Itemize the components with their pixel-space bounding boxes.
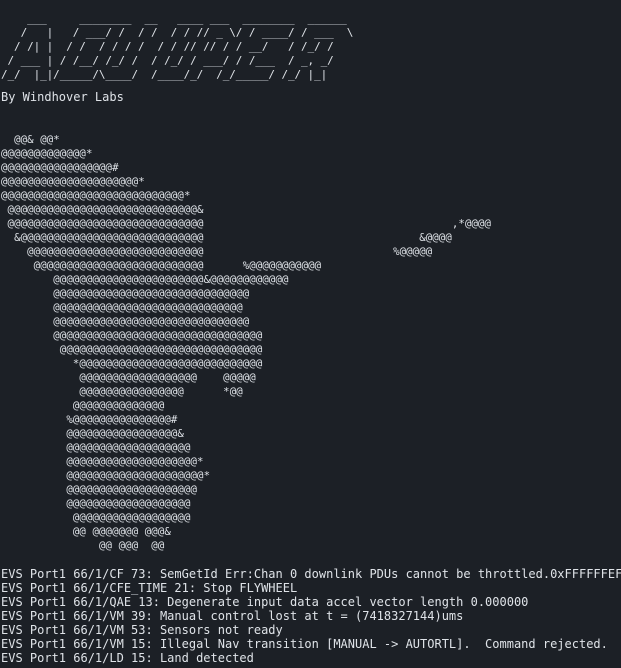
author-byline: By Windhover Labs xyxy=(1,90,124,104)
log-line: EVS Port1 66/1/CF 73: SemGetId Err:Chan … xyxy=(1,567,621,581)
ascii-logo-banner: ___ ________ __ ____ ___ ________ ______… xyxy=(1,12,354,81)
log-line: EVS Port1 66/1/VM 53: Sensors not ready xyxy=(1,623,283,637)
log-line: EVS Port1 66/1/QAE 13: Degenerate input … xyxy=(1,595,529,609)
ascii-art-bird: @@& @@* @@@@@@@@@@@@@* @@@@@@@@@@@@@@@@@… xyxy=(1,133,492,552)
log-line: EVS Port1 66/1/VM 15: Illegal Nav transi… xyxy=(1,637,608,651)
log-line: EVS Port1 66/1/VM 39: Manual control los… xyxy=(1,609,464,623)
log-line: EVS Port1 66/1/CFE_TIME 21: Stop FLYWHEE… xyxy=(1,581,298,595)
log-line: EVS Port1 66/1/LD 15: Land detected xyxy=(1,651,254,665)
event-log: EVS Port1 66/1/CF 73: SemGetId Err:Chan … xyxy=(1,567,621,665)
terminal-window[interactable]: ___ ________ __ ____ ___ ________ ______… xyxy=(0,0,621,668)
